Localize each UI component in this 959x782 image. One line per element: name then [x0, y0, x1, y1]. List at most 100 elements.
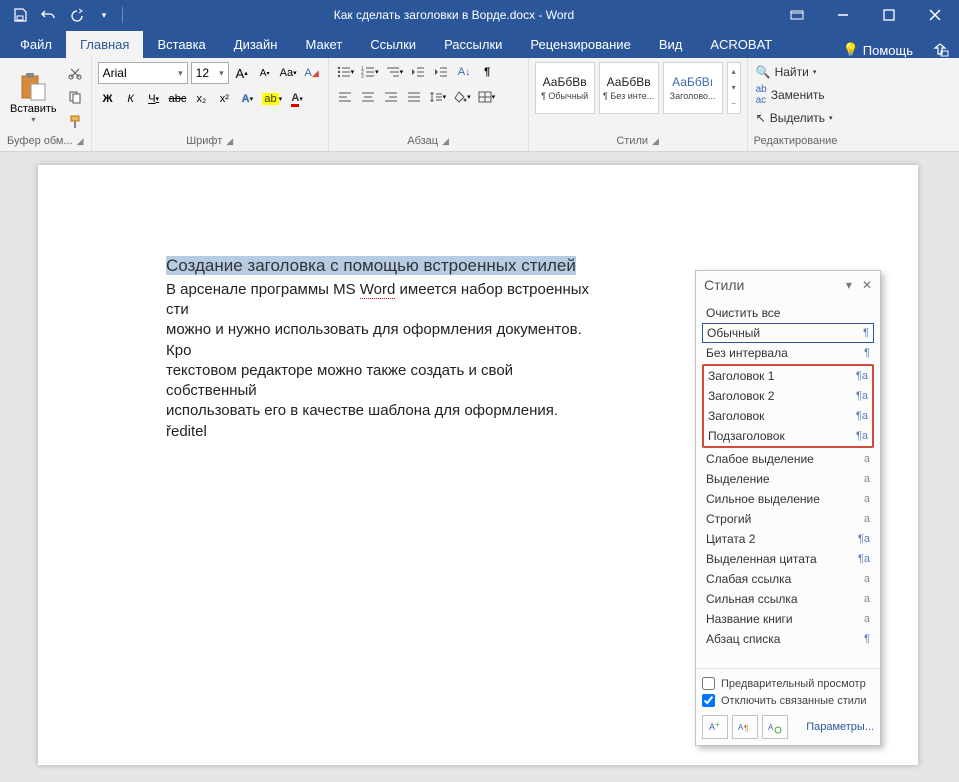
cut-icon[interactable]: [65, 63, 85, 83]
help-button[interactable]: 💡Помощь: [843, 42, 913, 58]
style-row[interactable]: Без интервала¶: [702, 343, 874, 363]
increase-indent-icon[interactable]: [431, 62, 451, 82]
copy-icon[interactable]: [65, 87, 85, 107]
tab-acrobat[interactable]: ACROBAT: [696, 31, 786, 58]
paragraph-launcher-icon[interactable]: ◢: [442, 136, 449, 147]
tab-design[interactable]: Дизайн: [220, 31, 292, 58]
sort-icon[interactable]: A↓: [454, 62, 474, 82]
superscript-button[interactable]: x²: [214, 89, 234, 109]
show-marks-icon[interactable]: ¶: [477, 62, 497, 82]
underline-button[interactable]: Ч▾: [144, 89, 164, 109]
style-row[interactable]: Подзаголовок¶a: [704, 426, 872, 446]
style-inspector-icon[interactable]: A¶: [732, 715, 758, 739]
styles-options-link[interactable]: Параметры...: [806, 721, 874, 733]
style-row[interactable]: Слабая ссылкаa: [702, 569, 874, 589]
style-row[interactable]: Выделениеa: [702, 469, 874, 489]
line-spacing-icon[interactable]: ▾: [427, 87, 449, 107]
tab-mailings[interactable]: Рассылки: [430, 31, 516, 58]
tab-file[interactable]: Файл: [6, 31, 66, 58]
font-color-icon[interactable]: A▾: [287, 89, 307, 109]
style-row[interactable]: Слабое выделениеa: [702, 449, 874, 469]
borders-icon[interactable]: ▾: [476, 87, 498, 107]
style-heading1[interactable]: АаБбВı Заголово...: [663, 62, 723, 114]
disable-linked-checkbox[interactable]: Отключить связанные стили: [702, 692, 874, 709]
paste-button[interactable]: Вставить ▾: [6, 62, 61, 133]
subscript-button[interactable]: x₂: [191, 89, 211, 109]
svg-text:+: +: [715, 720, 720, 729]
font-launcher-icon[interactable]: ◢: [226, 136, 233, 147]
undo-icon[interactable]: [38, 5, 58, 25]
align-center-icon[interactable]: [358, 87, 378, 107]
clear-all-button[interactable]: Очистить все: [702, 303, 874, 323]
doc-paragraph[interactable]: В арсенале программы MS Word имеется наб…: [166, 280, 598, 422]
replace-button[interactable]: abacЗаменить: [754, 85, 838, 105]
shading-icon[interactable]: ▾: [451, 87, 473, 107]
font-size-combo[interactable]: 12▾: [191, 62, 229, 84]
style-row[interactable]: Сильное выделениеa: [702, 489, 874, 509]
qat-customize-icon[interactable]: ▾: [94, 5, 114, 25]
style-row[interactable]: Цитата 2¶a: [702, 529, 874, 549]
pane-menu-icon[interactable]: ▾: [846, 278, 852, 292]
style-row[interactable]: Заголовок 2¶a: [704, 386, 872, 406]
style-row[interactable]: Заголовок 1¶a: [704, 366, 872, 386]
style-row[interactable]: Выделенная цитата¶a: [702, 549, 874, 569]
shrink-font-icon[interactable]: A▾: [255, 63, 275, 83]
styles-pane-header[interactable]: Стили ▾ ✕: [696, 271, 880, 299]
pane-close-icon[interactable]: ✕: [862, 278, 872, 292]
group-clipboard-label: Буфер обм...: [7, 135, 73, 147]
tab-home[interactable]: Главная: [66, 31, 143, 58]
font-name-combo[interactable]: Arial▾: [98, 62, 188, 84]
preview-checkbox[interactable]: Предварительный просмотр: [702, 675, 874, 692]
text-effects-icon[interactable]: A▾: [237, 89, 257, 109]
clipboard-launcher-icon[interactable]: ◢: [77, 136, 84, 147]
doc-heading[interactable]: Создание заголовка с помощью встроенных …: [166, 256, 576, 275]
multilevel-list-icon[interactable]: ▾: [384, 62, 406, 82]
find-button[interactable]: 🔍Найти▾: [754, 62, 838, 82]
tab-insert[interactable]: Вставка: [143, 31, 219, 58]
style-row[interactable]: Название книгиa: [702, 609, 874, 629]
clear-formatting-icon[interactable]: A◢: [302, 63, 322, 83]
highlight-icon[interactable]: ab▾: [260, 89, 284, 109]
style-nospacing[interactable]: АаБбВв ¶ Без инте...: [599, 62, 659, 114]
manage-styles-icon[interactable]: A: [762, 715, 788, 739]
tab-view[interactable]: Вид: [645, 31, 697, 58]
style-normal[interactable]: АаБбВв ¶ Обычный: [535, 62, 595, 114]
group-paragraph-label: Абзац: [407, 135, 438, 147]
grow-font-icon[interactable]: A▴: [232, 63, 252, 83]
share-icon[interactable]: [931, 42, 949, 58]
tab-review[interactable]: Рецензирование: [516, 31, 644, 58]
ribbon-display-icon[interactable]: [775, 0, 819, 30]
style-marker: ¶a: [856, 390, 868, 402]
change-case-icon[interactable]: Aa▾: [278, 63, 299, 83]
close-icon[interactable]: [913, 0, 957, 30]
style-marker: a: [864, 573, 870, 585]
minimize-icon[interactable]: [821, 0, 865, 30]
strike-button[interactable]: abc: [167, 89, 189, 109]
redo-icon[interactable]: [66, 5, 86, 25]
style-row[interactable]: Обычный¶: [702, 323, 874, 343]
bold-button[interactable]: Ж: [98, 89, 118, 109]
align-left-icon[interactable]: [335, 87, 355, 107]
bullets-icon[interactable]: ▾: [335, 62, 357, 82]
italic-button[interactable]: К: [121, 89, 141, 109]
document-content: Создание заголовка с помощью встроенных …: [38, 165, 598, 442]
justify-icon[interactable]: [404, 87, 424, 107]
new-style-icon[interactable]: A+: [702, 715, 728, 739]
align-right-icon[interactable]: [381, 87, 401, 107]
decrease-indent-icon[interactable]: [408, 62, 428, 82]
style-row-name: Без интервала: [706, 346, 788, 360]
format-painter-icon[interactable]: [65, 112, 85, 132]
styles-launcher-icon[interactable]: ◢: [652, 136, 659, 147]
style-row[interactable]: Заголовок¶a: [704, 406, 872, 426]
tab-layout[interactable]: Макет: [291, 31, 356, 58]
numbering-icon[interactable]: 123▾: [359, 62, 381, 82]
tab-references[interactable]: Ссылки: [356, 31, 430, 58]
styles-gallery-more[interactable]: ▴▾⎯: [727, 62, 741, 114]
ribbon: Вставить ▾ Буфер обм... ◢ Arial▾ 12▾ A▴ A…: [0, 58, 959, 152]
maximize-icon[interactable]: [867, 0, 911, 30]
style-row[interactable]: Строгийa: [702, 509, 874, 529]
style-row[interactable]: Сильная ссылкаa: [702, 589, 874, 609]
select-button[interactable]: ↖Выделить▾: [754, 108, 838, 128]
save-icon[interactable]: [10, 5, 30, 25]
style-row[interactable]: Абзац списка¶: [702, 629, 874, 649]
